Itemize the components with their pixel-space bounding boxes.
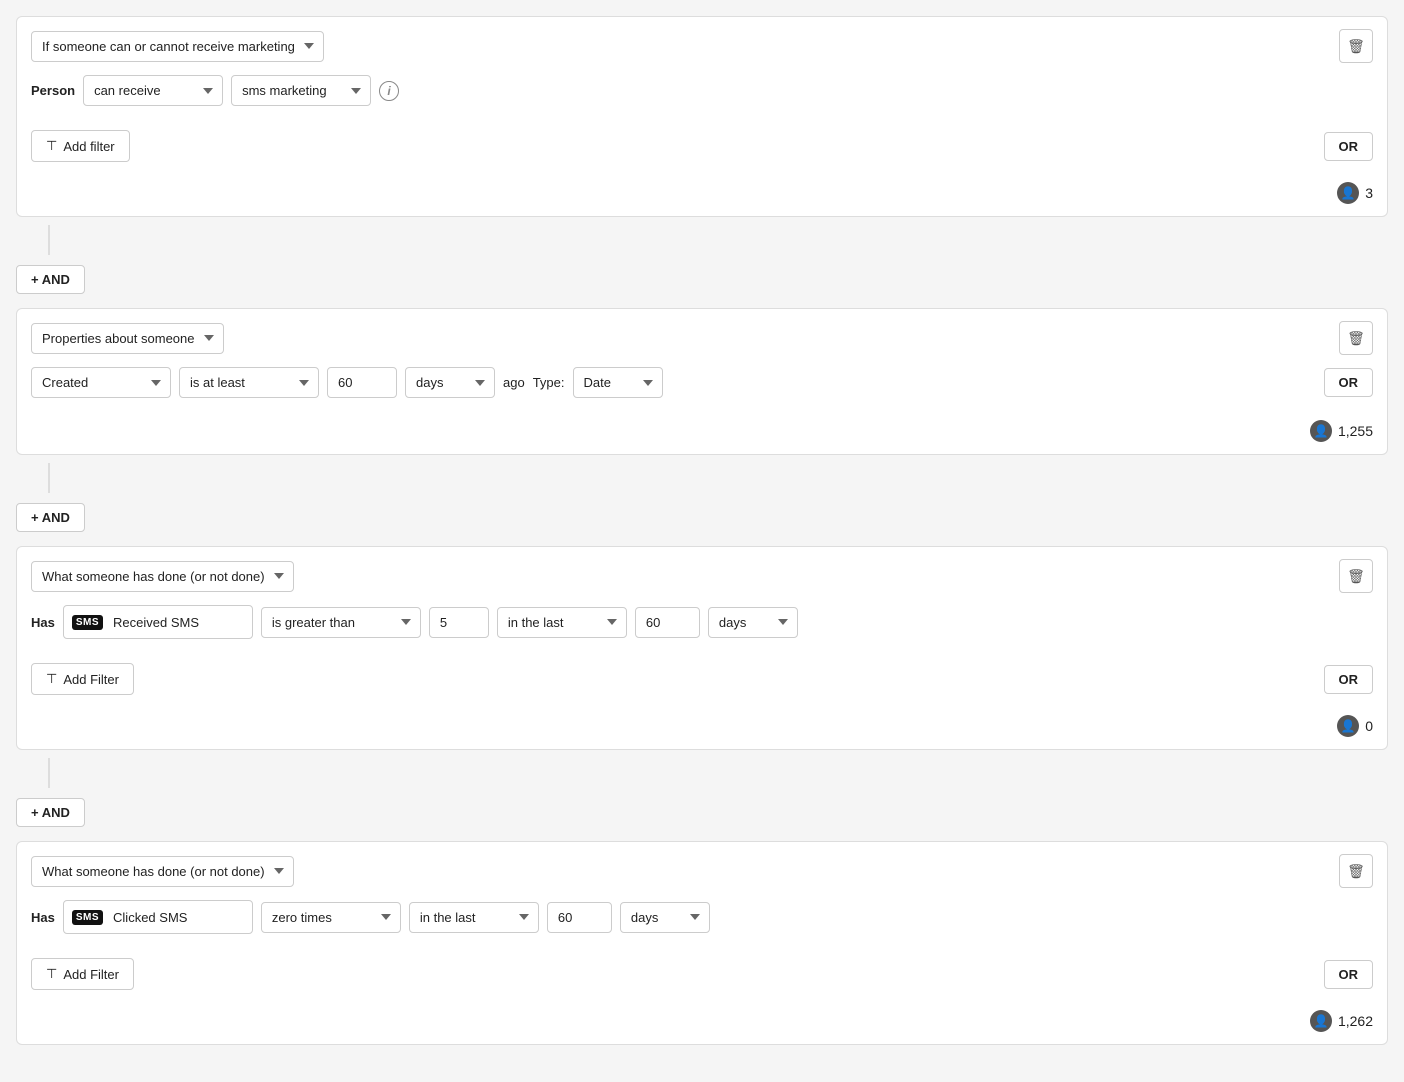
condition-select-4[interactable]: is greater than is less than is equal to…	[261, 902, 401, 933]
block2-filter-row: Created Email Phone is at least is at mo…	[31, 367, 1373, 398]
block2-delete-button[interactable]	[1339, 321, 1373, 355]
event-select-wrapper-4: SMS Received SMS Clicked SMS Opened Emai…	[63, 900, 253, 934]
block3-or-button[interactable]: OR	[1324, 665, 1374, 694]
block4-count: 1,262	[1338, 1013, 1373, 1029]
add-filter-label-4: Add Filter	[63, 967, 119, 982]
block4-filter-row: Has SMS Received SMS Clicked SMS Opened …	[31, 900, 1373, 934]
event-select-4[interactable]: Received SMS Clicked SMS Opened Email	[113, 910, 233, 925]
block3-delete-button[interactable]	[1339, 559, 1373, 593]
type-label: Type:	[533, 375, 565, 390]
block2-body: Created Email Phone is at least is at mo…	[17, 367, 1387, 412]
block4-count-row: 👤 1,262	[17, 1002, 1387, 1044]
person-count-icon-1: 👤	[1337, 182, 1359, 204]
filter-block-1: If someone can or cannot receive marketi…	[16, 16, 1388, 217]
block4-delete-button[interactable]	[1339, 854, 1373, 888]
person-count-icon-3: 👤	[1337, 715, 1359, 737]
block1-body: Person can receive cannot receive sms ma…	[17, 75, 1387, 120]
block4-type-select[interactable]: What someone has done (or not done)	[31, 856, 294, 887]
and-connector-1: + AND	[16, 225, 1388, 304]
filter-block-2: Properties about someone Created Email P…	[16, 308, 1388, 455]
filter-funnel-icon: ⊤	[46, 138, 57, 154]
block3-count: 0	[1365, 718, 1373, 734]
block4-or-button[interactable]: OR	[1324, 960, 1374, 989]
person-condition-select[interactable]: can receive cannot receive	[83, 75, 223, 106]
time-range-select-4[interactable]: in the last in the next at least once	[409, 902, 539, 933]
block3-header: What someone has done (or not done)	[17, 547, 1387, 605]
property-select[interactable]: Created Email Phone	[31, 367, 171, 398]
block1-header: If someone can or cannot receive marketi…	[17, 17, 1387, 75]
property-condition-select[interactable]: is at least is at most is equal to	[179, 367, 319, 398]
property-time-unit-select[interactable]: days weeks months	[405, 367, 495, 398]
page-wrapper: If someone can or cannot receive marketi…	[0, 0, 1404, 1069]
block2-count-row: 👤 1,255	[17, 412, 1387, 454]
block4-footer: ⊤ Add Filter OR	[17, 948, 1387, 1002]
block3-body: Has SMS Received SMS Clicked SMS Opened …	[17, 605, 1387, 653]
block3-add-filter-button[interactable]: ⊤ Add Filter	[31, 663, 134, 695]
divider-2	[48, 463, 50, 493]
time-unit-select-3[interactable]: days weeks months	[708, 607, 798, 638]
ago-label: ago	[503, 375, 525, 390]
block3-type-select[interactable]: What someone has done (or not done)	[31, 561, 294, 592]
person-count-icon-4: 👤	[1310, 1010, 1332, 1032]
property-value-input[interactable]	[327, 367, 397, 398]
block1-add-filter-button[interactable]: ⊤ Add filter	[31, 130, 130, 162]
has-label-3: Has	[31, 615, 55, 630]
block2-count: 1,255	[1338, 423, 1373, 439]
block2-header: Properties about someone	[17, 309, 1387, 367]
block1-count-row: 👤 3	[17, 174, 1387, 216]
time-unit-select-4[interactable]: days weeks months	[620, 902, 710, 933]
block3-count-row: 👤 0	[17, 707, 1387, 749]
block1-or-button[interactable]: OR	[1324, 132, 1374, 161]
block3-filter-row: Has SMS Received SMS Clicked SMS Opened …	[31, 605, 1373, 639]
trash-icon-2	[1347, 330, 1365, 347]
block2-or-button[interactable]: OR	[1324, 368, 1374, 397]
add-filter-label: Add filter	[63, 139, 114, 154]
divider-3	[48, 758, 50, 788]
time-value-input-4[interactable]	[547, 902, 612, 933]
divider-1	[48, 225, 50, 255]
sms-badge-3: SMS	[72, 615, 103, 630]
block1-count: 3	[1365, 185, 1373, 201]
block4-header: What someone has done (or not done)	[17, 842, 1387, 900]
marketing-type-select[interactable]: sms marketing email marketing	[231, 75, 371, 106]
trash-icon	[1347, 38, 1365, 55]
and-button-3[interactable]: + AND	[16, 798, 85, 827]
block4-body: Has SMS Received SMS Clicked SMS Opened …	[17, 900, 1387, 948]
add-filter-label-3: Add Filter	[63, 672, 119, 687]
and-connector-2: + AND	[16, 463, 1388, 542]
person-count-icon-2: 👤	[1310, 420, 1332, 442]
date-type-select[interactable]: Date Number	[573, 367, 663, 398]
trash-icon-3	[1347, 568, 1365, 585]
person-label: Person	[31, 83, 75, 98]
and-button-1[interactable]: + AND	[16, 265, 85, 294]
time-range-select-3[interactable]: in the last in the next at least once	[497, 607, 627, 638]
info-icon[interactable]: i	[379, 81, 399, 101]
filter-funnel-icon-3: ⊤	[46, 671, 57, 687]
event-select-3[interactable]: Received SMS Clicked SMS Opened Email	[113, 615, 233, 630]
filter-funnel-icon-4: ⊤	[46, 966, 57, 982]
has-label-4: Has	[31, 910, 55, 925]
block3-footer: ⊤ Add Filter OR	[17, 653, 1387, 707]
block1-footer: ⊤ Add filter OR	[17, 120, 1387, 174]
block1-delete-button[interactable]	[1339, 29, 1373, 63]
block1-filter-row: Person can receive cannot receive sms ma…	[31, 75, 1373, 106]
time-value-input-3[interactable]	[635, 607, 700, 638]
filter-block-3: What someone has done (or not done) Has …	[16, 546, 1388, 750]
block2-type-select[interactable]: Properties about someone	[31, 323, 224, 354]
block1-type-select[interactable]: If someone can or cannot receive marketi…	[31, 31, 324, 62]
block4-add-filter-button[interactable]: ⊤ Add Filter	[31, 958, 134, 990]
sms-badge-4: SMS	[72, 910, 103, 925]
condition-select-3[interactable]: is greater than is less than is equal to…	[261, 607, 421, 638]
trash-icon-4	[1347, 863, 1365, 880]
and-connector-3: + AND	[16, 758, 1388, 837]
and-button-2[interactable]: + AND	[16, 503, 85, 532]
filter-block-4: What someone has done (or not done) Has …	[16, 841, 1388, 1045]
block1-right: OR	[1324, 132, 1374, 161]
event-select-wrapper-3: SMS Received SMS Clicked SMS Opened Emai…	[63, 605, 253, 639]
value-input-3[interactable]	[429, 607, 489, 638]
